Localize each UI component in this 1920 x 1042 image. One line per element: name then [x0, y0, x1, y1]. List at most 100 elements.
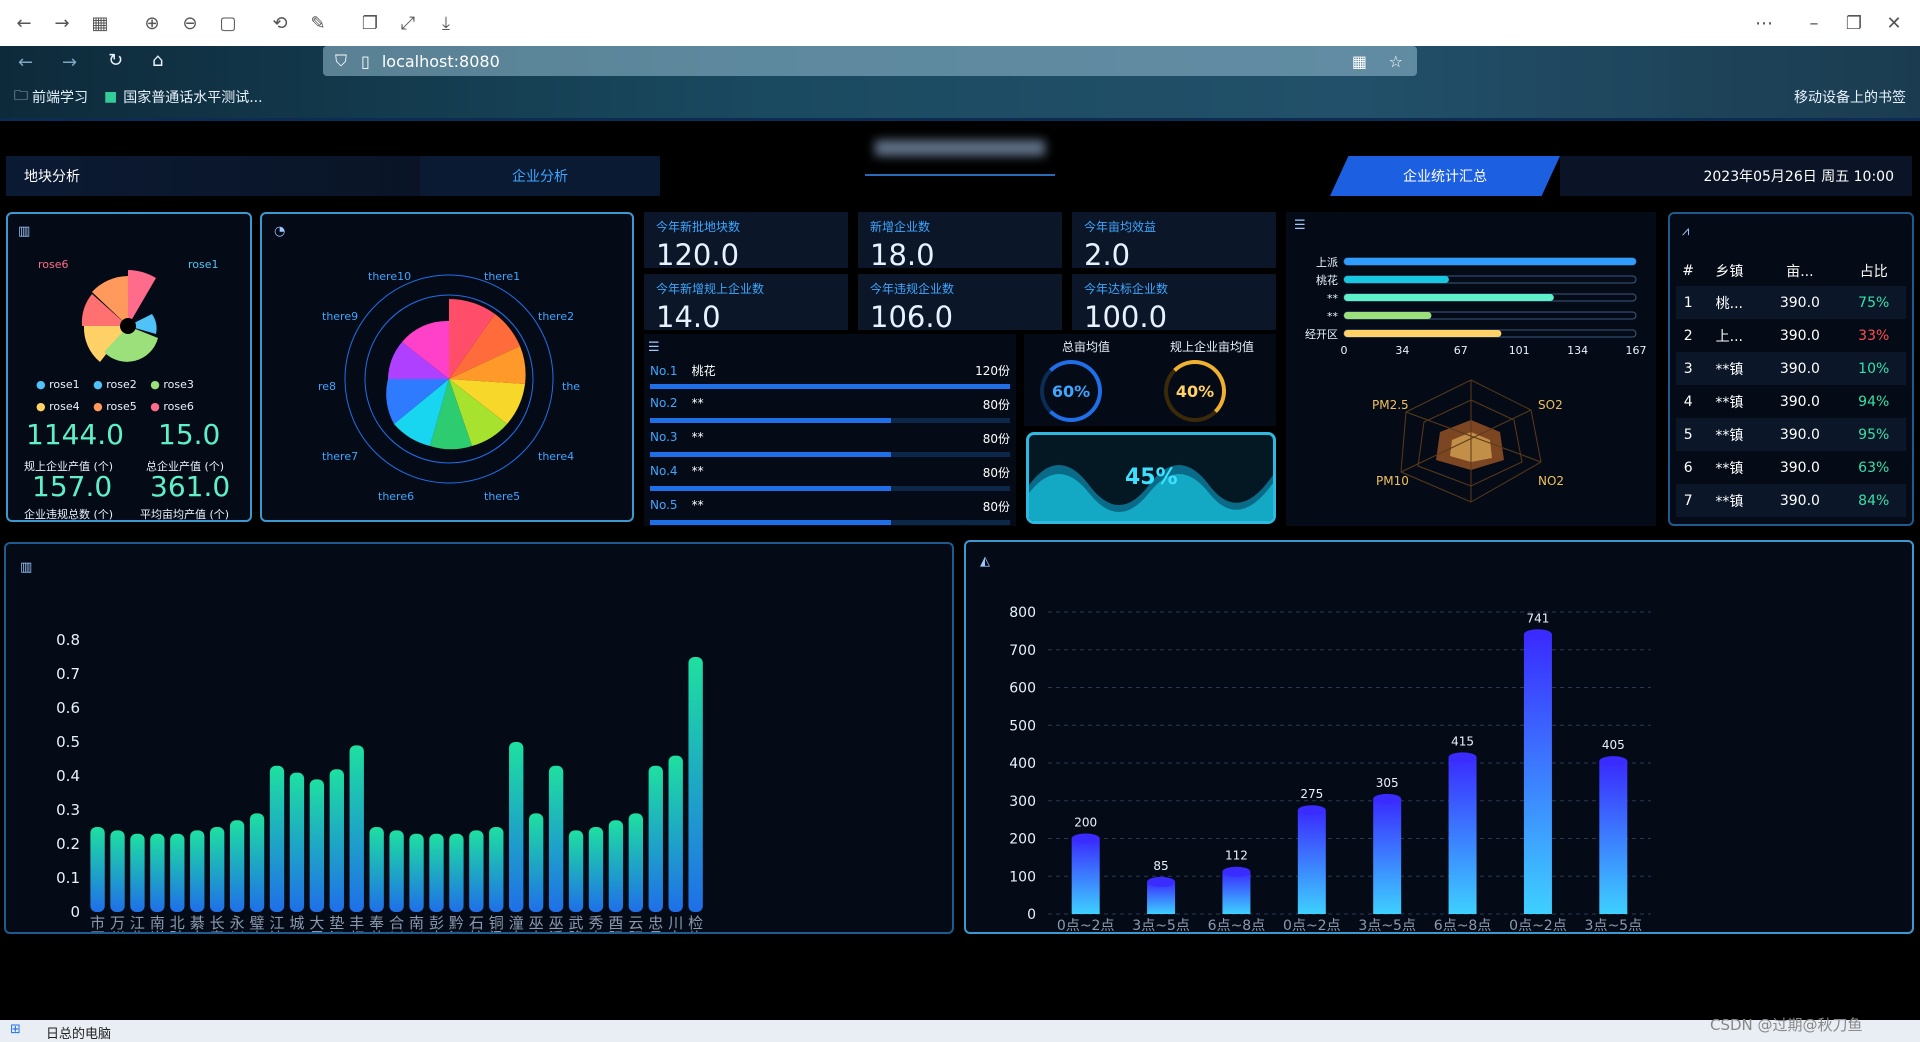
bar	[1071, 838, 1100, 914]
bar	[229, 820, 245, 912]
hbar-tick: 101	[1509, 344, 1530, 357]
zoom-out-icon[interactable]: ⊖	[176, 9, 204, 37]
taskbar-label[interactable]: 日总的电脑	[46, 1023, 111, 1042]
gauge-panel: 总亩均值 规上企业亩均值 60% 40%	[1024, 334, 1276, 426]
table-row[interactable]: 5 **镇 390.0 95%	[1676, 418, 1906, 451]
rank-name: **	[691, 498, 704, 512]
rank-no: No.5	[650, 498, 678, 512]
more-icon[interactable]: ⋯	[1750, 9, 1778, 37]
rotate-icon[interactable]: ⟲	[266, 9, 294, 37]
qr-icon[interactable]: ▦	[1352, 52, 1367, 71]
table-cell: **镇	[1715, 427, 1744, 444]
y-tick: 0.8	[56, 631, 80, 649]
star-icon[interactable]: ☆	[1389, 52, 1403, 71]
address-text[interactable]: localhost:8080	[382, 52, 500, 71]
data-label: 200	[1074, 816, 1097, 830]
kpi-box: 今年达标企业数 100.0	[1072, 274, 1276, 334]
x-tick: 川	[409, 929, 424, 932]
x-tick: 山	[588, 929, 603, 932]
table-row[interactable]: 1 桃... 390.0 75%	[1676, 286, 1906, 319]
back-icon[interactable]: ←	[10, 9, 38, 37]
rank-score: 80份	[982, 500, 1010, 514]
reload-icon[interactable]: ↻	[108, 50, 123, 71]
rank-bar	[650, 418, 892, 423]
table-cell: 桃...	[1715, 295, 1743, 312]
bookmarks-bar: 🗀 前端学习 ■ 国家普通话水平测试... 移动设备上的书签	[0, 82, 1920, 112]
table-row[interactable]: 7 **镇 390.0 84%	[1676, 484, 1906, 517]
fit-icon[interactable]: ▢	[214, 9, 242, 37]
address-bar[interactable]: ⛉ ▯ localhost:8080 ▦ ☆	[323, 46, 1417, 76]
kpi-label: 今年违规企业数	[870, 282, 955, 296]
apps-icon[interactable]: ▦	[86, 9, 114, 37]
y-tick: 0.5	[56, 733, 80, 751]
x-tick: 阳	[608, 929, 623, 932]
x-tick: 东	[668, 929, 683, 932]
kpi-label: 今年亩均效益	[1084, 220, 1157, 234]
bar	[1297, 810, 1326, 914]
download-icon[interactable]: ⤓	[432, 9, 460, 37]
nav-back-icon[interactable]: ←	[18, 52, 33, 73]
datetime: 2023年05月26日 周五 10:00	[1560, 156, 1912, 196]
close-icon[interactable]: ✕	[1880, 9, 1908, 37]
table-row[interactable]: 2 上... 390.0 33%	[1676, 319, 1906, 352]
x-tick: 0点~2点	[1283, 918, 1341, 932]
forward-icon[interactable]: →	[48, 9, 76, 37]
list-icon: ☰	[648, 340, 660, 355]
tab-enterprise[interactable]: 企业分析	[420, 156, 660, 196]
zoom-in-icon[interactable]: ⊕	[138, 9, 166, 37]
x-tick: 溪	[549, 929, 564, 932]
data-label: 305	[1376, 776, 1399, 790]
hbar-tick: 67	[1454, 344, 1468, 357]
x-tick: 山	[250, 929, 265, 932]
radar-label: NO2	[1538, 474, 1565, 488]
tab-summary[interactable]: 企业统计汇总	[1330, 156, 1560, 196]
trend-icon: ⩘	[1682, 224, 1690, 239]
table-row[interactable]: 6 **镇 390.0 63%	[1676, 451, 1906, 484]
hbar-category: 上派	[1316, 256, 1338, 269]
kpi-box: 今年亩均效益 2.0	[1072, 212, 1276, 272]
gauge-ring-1: 60%	[1040, 360, 1102, 422]
x-tick: 口	[289, 929, 304, 932]
table-row[interactable]: 3 **镇 390.0 10%	[1676, 352, 1906, 385]
radar-label: SO2	[1538, 398, 1563, 412]
rank-name: **	[691, 430, 704, 444]
x-tick: 江	[329, 929, 344, 932]
tab-land[interactable]: 地块分析	[6, 156, 426, 196]
mobile-bookmarks[interactable]: 移动设备上的书签	[1794, 87, 1906, 107]
windows-icon[interactable]: ⊞	[10, 1022, 21, 1037]
kpi-label: 今年新批地块数	[656, 220, 741, 234]
bookmark-item[interactable]: 国家普通话水平测试...	[123, 87, 262, 107]
x-tick: 隆	[569, 929, 584, 932]
ranking-row: No.5 ** 80份	[650, 498, 1010, 532]
restore-icon[interactable]: ❐	[1840, 9, 1868, 37]
bar	[369, 827, 384, 912]
edit-icon[interactable]: ✎	[304, 9, 332, 37]
bar	[1599, 761, 1628, 914]
nav-forward-icon[interactable]: →	[62, 52, 77, 73]
folder-icon: 🗀	[14, 88, 28, 104]
bookmark-item[interactable]: 前端学习	[32, 87, 88, 107]
legend-rose6-label: rose6	[163, 400, 194, 413]
y-tick: 0.1	[56, 869, 80, 887]
rank-name: **	[691, 464, 704, 478]
y-tick: 0.2	[56, 835, 80, 853]
rank-no: No.4	[650, 464, 678, 478]
hbar-category: 经开区	[1305, 328, 1338, 341]
x-tick: 山	[529, 929, 544, 932]
bar	[1222, 871, 1251, 914]
y-tick: 0.7	[56, 665, 80, 683]
hbar-category: 桃花	[1316, 273, 1338, 287]
home-icon[interactable]: ⌂	[152, 50, 163, 71]
rank-score: 80份	[982, 466, 1010, 480]
table-row[interactable]: 4 **镇 390.0 94%	[1676, 385, 1906, 418]
copy-icon[interactable]: ❐	[356, 9, 384, 37]
bar-cap	[1599, 756, 1628, 767]
legend-rose3-label: rose3	[163, 378, 194, 391]
x-tick: 水	[429, 929, 444, 932]
stat-label: 企业违规总数 (个)	[24, 508, 114, 521]
crop-icon[interactable]: ⤢	[394, 9, 422, 37]
x-tick: 南	[190, 929, 205, 932]
data-label: 405	[1602, 738, 1625, 752]
minimize-icon[interactable]: –	[1800, 9, 1828, 37]
table-cell: 390.0	[1779, 426, 1820, 443]
